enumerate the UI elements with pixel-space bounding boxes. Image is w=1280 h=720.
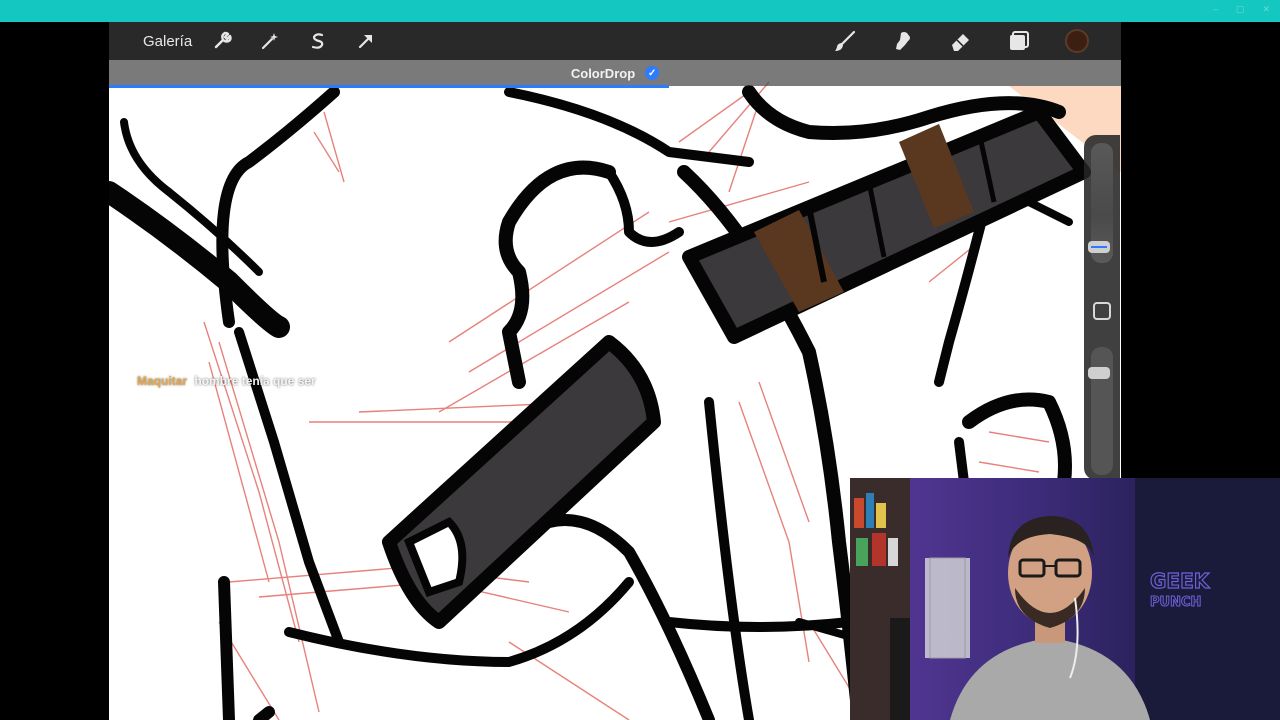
brush-sidebar xyxy=(1084,135,1120,480)
wall-poster: GEEK xyxy=(1150,569,1211,593)
layers-icon xyxy=(1010,31,1029,50)
top-toolbar: Galería xyxy=(109,22,1121,60)
subtitle-text: hombre tenía que ser xyxy=(194,374,316,388)
subtitle-speaker: Maquitar xyxy=(137,374,188,388)
smudge-icon xyxy=(896,32,910,50)
color-swatch xyxy=(1065,29,1089,53)
window-title-bar: – ▢ ✕ xyxy=(0,0,1280,22)
actions-button[interactable] xyxy=(206,25,238,57)
brush-button[interactable] xyxy=(829,25,861,57)
magic-wand-icon xyxy=(262,33,279,50)
minimize-button[interactable]: – xyxy=(1213,4,1218,15)
eraser-button[interactable] xyxy=(945,25,977,57)
colordrop-label: ColorDrop xyxy=(570,65,636,81)
tool-group-right xyxy=(829,22,1121,60)
selection-icon xyxy=(312,33,324,49)
webcam-feed: GEEK PUNCH xyxy=(850,478,1280,720)
window-controls: – ▢ ✕ xyxy=(1213,4,1270,15)
colordrop-banner: ColorDrop ✓ xyxy=(109,60,1121,86)
close-button[interactable]: ✕ xyxy=(1262,4,1270,15)
layers-button[interactable] xyxy=(1003,25,1035,57)
eraser-icon xyxy=(952,34,969,51)
svg-text:PUNCH: PUNCH xyxy=(1150,595,1201,610)
subtitle-overlay: Maquitar hombre tenía que ser xyxy=(137,374,316,388)
adjustments-button[interactable] xyxy=(254,25,286,57)
modify-button[interactable] xyxy=(1093,302,1111,320)
webcam-overlay: GEEK PUNCH xyxy=(850,478,1280,720)
selection-button[interactable] xyxy=(302,25,334,57)
smudge-button[interactable] xyxy=(887,25,919,57)
maximize-button[interactable]: ▢ xyxy=(1236,4,1245,15)
color-button[interactable] xyxy=(1061,25,1093,57)
transform-button[interactable] xyxy=(350,25,382,57)
colordrop-progress-bar xyxy=(109,85,669,88)
wrench-icon xyxy=(215,31,232,49)
gallery-button[interactable]: Galería xyxy=(143,33,192,50)
brush-opacity-handle[interactable] xyxy=(1088,367,1110,379)
checkmark-icon: ✓ xyxy=(645,66,660,80)
brush-icon xyxy=(835,30,856,51)
brush-size-handle[interactable] xyxy=(1088,241,1110,253)
transform-icon xyxy=(359,34,373,49)
